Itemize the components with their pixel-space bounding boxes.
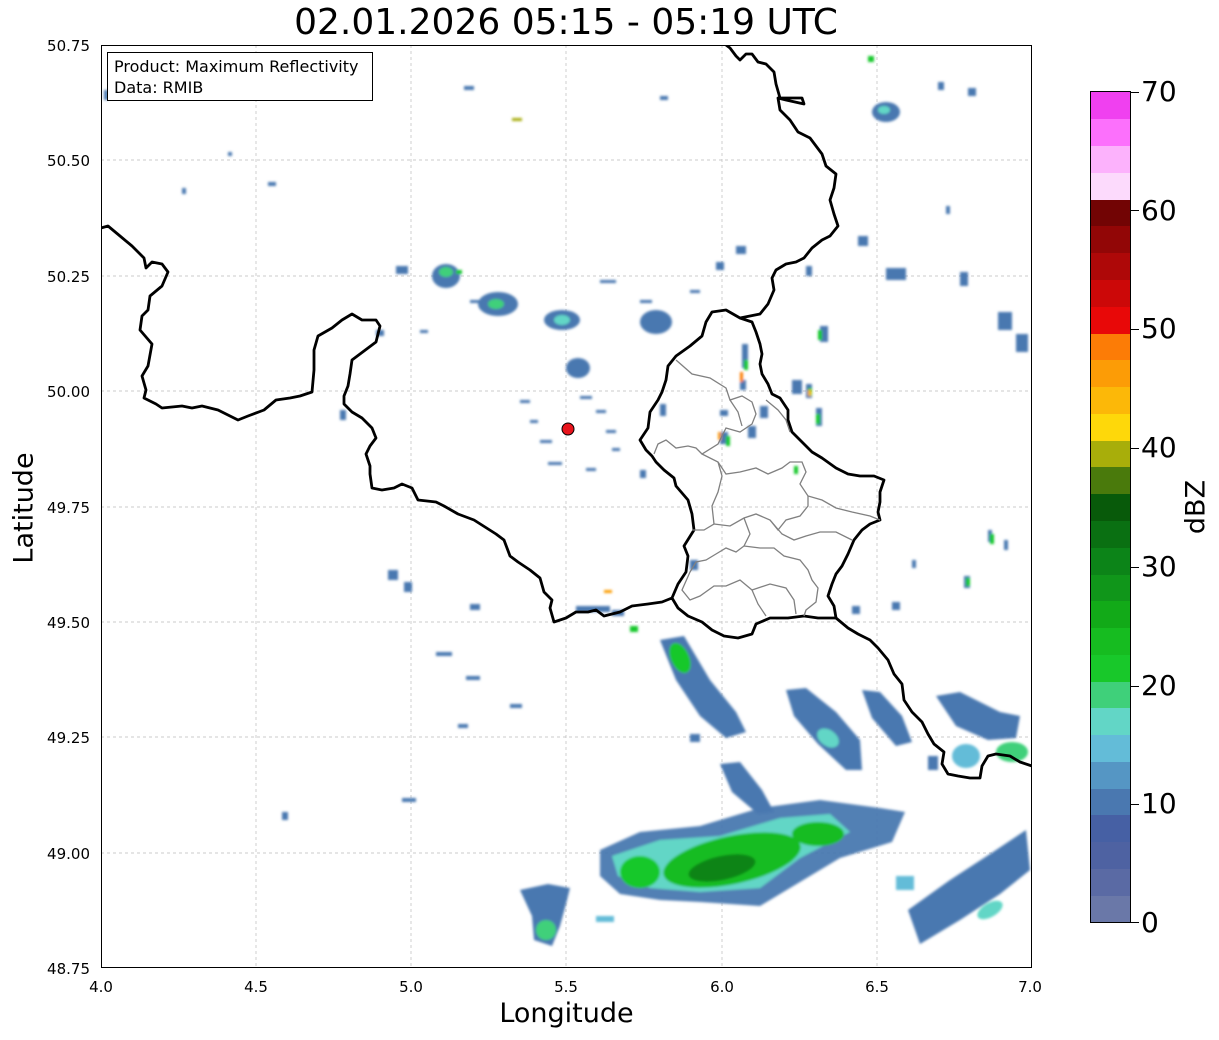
colorbar-tick <box>1131 92 1139 93</box>
colorbar-tick <box>1131 686 1139 687</box>
colorbar-tick <box>1131 448 1139 449</box>
colorbar-tick <box>1131 210 1139 211</box>
colorbar-tick-label: 30 <box>1141 550 1177 583</box>
colorbar-tick <box>1131 804 1139 805</box>
colorbar-segment <box>1091 466 1130 495</box>
colorbar-tick-label: 10 <box>1141 787 1177 820</box>
colorbar-segment <box>1091 279 1130 307</box>
radar-map-figure: 02.01.2026 05:15 - 05:19 UTC Product: Ma… <box>0 0 1219 1040</box>
colorbar-segment <box>1091 118 1130 147</box>
colorbar-segment <box>1091 359 1130 388</box>
plot-frame <box>101 45 1032 968</box>
colorbar-tick-label: 0 <box>1141 906 1159 939</box>
y-tick-label: 50.25 <box>47 268 90 286</box>
colorbar-segment <box>1091 654 1130 682</box>
colorbar-segment <box>1091 493 1130 521</box>
x-tick-label: 5.5 <box>554 978 578 996</box>
product-label: Product: Maximum Reflectivity <box>114 57 359 76</box>
y-tick-label: 49.50 <box>47 614 90 632</box>
colorbar-segment <box>1091 788 1130 816</box>
x-tick-label: 4.0 <box>89 978 113 996</box>
colorbar-tick <box>1131 567 1139 568</box>
colorbar-segment <box>1091 92 1130 120</box>
colorbar-tick-label: 20 <box>1141 669 1177 702</box>
colorbar-segment <box>1091 199 1130 227</box>
colorbar-tick <box>1131 922 1139 923</box>
colorbar-segment <box>1091 225 1130 254</box>
colorbar-tick-label: 60 <box>1141 194 1177 227</box>
colorbar-segment <box>1091 841 1130 870</box>
y-axis-label: Latitude <box>8 452 40 564</box>
colorbar-segment <box>1091 413 1130 441</box>
colorbar <box>1090 91 1131 923</box>
y-tick-label: 48.75 <box>47 960 90 978</box>
colorbar-tick <box>1131 329 1139 330</box>
y-tick-label: 49.25 <box>47 729 90 747</box>
colorbar-segment <box>1091 627 1130 655</box>
colorbar-segment <box>1091 145 1130 173</box>
colorbar-tick-label: 40 <box>1141 431 1177 464</box>
colorbar-segment <box>1091 707 1130 736</box>
colorbar-unit-label: dBZ <box>1180 479 1212 535</box>
x-tick-label: 7.0 <box>1018 978 1042 996</box>
y-tick-label: 50.50 <box>47 152 90 170</box>
x-tick-label: 6.5 <box>865 978 889 996</box>
colorbar-segment <box>1091 520 1130 548</box>
x-tick-label: 5.0 <box>399 978 423 996</box>
colorbar-segment <box>1091 681 1130 709</box>
colorbar-segment <box>1091 386 1130 414</box>
y-tick-label: 50.75 <box>47 37 90 55</box>
x-tick-label: 6.0 <box>710 978 734 996</box>
colorbar-segment <box>1091 306 1130 334</box>
colorbar-segment <box>1091 547 1130 575</box>
colorbar-segment <box>1091 761 1130 789</box>
x-axis-label: Longitude <box>499 998 634 1029</box>
colorbar-segment <box>1091 252 1130 280</box>
colorbar-segment <box>1091 332 1130 361</box>
colorbar-segment <box>1091 868 1130 896</box>
data-source-label: Data: RMIB <box>114 78 204 97</box>
y-tick-label: 49.00 <box>47 845 90 863</box>
y-tick-label: 50.00 <box>47 383 90 401</box>
colorbar-segment <box>1091 573 1130 602</box>
colorbar-segment <box>1091 814 1130 843</box>
colorbar-segment <box>1091 440 1130 468</box>
colorbar-segment <box>1091 895 1130 922</box>
colorbar-tick-label: 70 <box>1141 75 1177 108</box>
x-tick-label: 4.5 <box>244 978 268 996</box>
colorbar-segment <box>1091 172 1130 200</box>
colorbar-segment <box>1091 734 1130 762</box>
colorbar-tick-label: 50 <box>1141 312 1177 345</box>
product-info-box: Product: Maximum Reflectivity Data: RMIB <box>107 52 373 101</box>
colorbar-segment <box>1091 600 1130 629</box>
